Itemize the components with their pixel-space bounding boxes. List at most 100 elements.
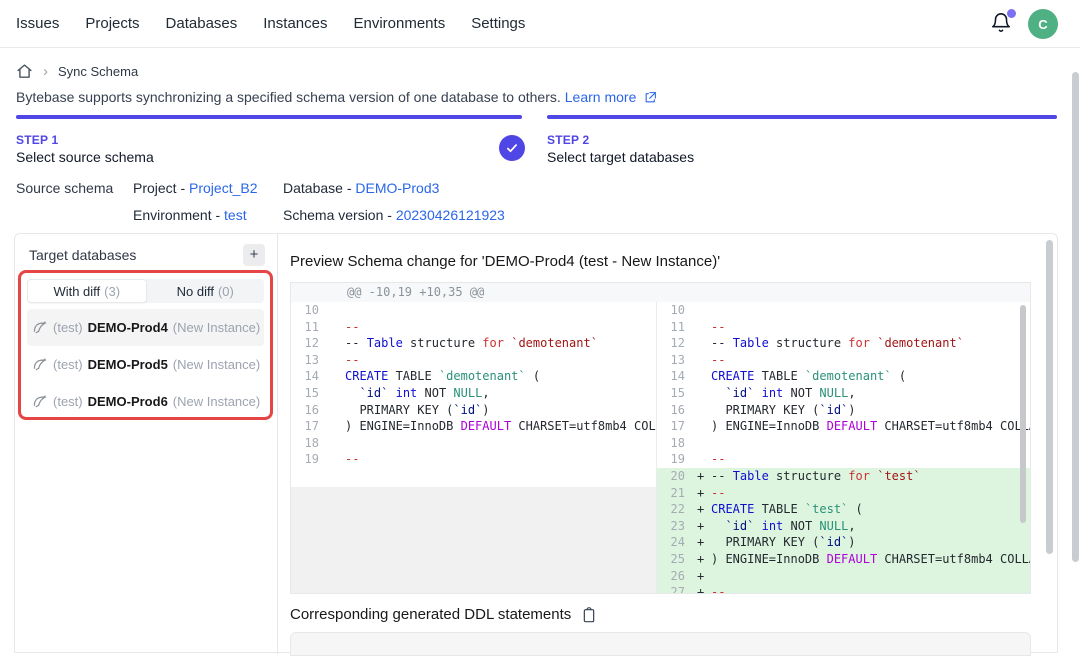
- step1-complete-check-icon: [499, 135, 525, 161]
- field-label: Project -: [133, 180, 189, 196]
- step2-progress-bar: [547, 115, 1057, 119]
- content-scrollbar[interactable]: [1046, 240, 1053, 554]
- page-scrollbar[interactable]: [1072, 72, 1079, 562]
- diff-empty-region: [291, 487, 657, 594]
- diff-line: 10: [657, 302, 1030, 319]
- tab-label: With diff: [53, 284, 100, 299]
- db-environment: (test): [53, 357, 83, 372]
- diff-line: 14CREATE TABLE `demotenant` (: [291, 368, 656, 385]
- source-schema-label: Source schema: [16, 180, 113, 196]
- nav-item-instances[interactable]: Instances: [263, 15, 327, 32]
- top-navbar: Issues Projects Databases Instances Environm…: [0, 0, 1080, 48]
- diff-line: 22+CREATE TABLE `test` (: [657, 501, 1030, 518]
- tab-count: (0): [218, 284, 234, 299]
- target-database-demo-prod6[interactable]: (test)DEMO-Prod6(New Instance): [27, 383, 264, 420]
- step1-title: Select source schema: [16, 149, 154, 165]
- step2-label: STEP 2: [547, 133, 589, 147]
- breadcrumb-current: Sync Schema: [58, 64, 138, 79]
- editor-scrollbar[interactable]: [1020, 305, 1026, 523]
- diff-line: 23+ `id` int NOT NULL,: [657, 518, 1030, 535]
- diff-line: 26+: [657, 568, 1030, 585]
- ddl-statements-title: Corresponding generated DDL statements: [290, 606, 571, 623]
- avatar[interactable]: C: [1028, 9, 1058, 39]
- intro-sentence: Bytebase supports synchronizing a specif…: [16, 89, 561, 105]
- nav-item-environments[interactable]: Environments: [353, 15, 445, 32]
- diff-line: 18: [657, 435, 1030, 452]
- diff-line: 16 PRIMARY KEY (`id`): [291, 402, 656, 419]
- diff-line: 19--: [291, 451, 656, 468]
- nav-items: Issues Projects Databases Instances Environm…: [16, 15, 525, 32]
- step1-label: STEP 1: [16, 133, 58, 147]
- tab-no-diff[interactable]: No diff (0): [147, 279, 265, 303]
- diff-line: 17) ENGINE=InnoDB DEFAULT CHARSET=utf8mb…: [291, 418, 656, 435]
- diff-line: 14CREATE TABLE `demotenant` (: [657, 368, 1030, 385]
- nav-item-projects[interactable]: Projects: [85, 15, 139, 32]
- step2-title: Select target databases: [547, 149, 694, 165]
- diff-line: 17) ENGINE=InnoDB DEFAULT CHARSET=utf8mb…: [657, 418, 1030, 435]
- diff-line: 20+-- Table structure for `test`: [657, 468, 1030, 485]
- db-note: (New Instance): [173, 394, 260, 409]
- diff-line: 11--: [657, 319, 1030, 336]
- target-databases-highlight-box: With diff(3)No diff(0) (test)DEMO-Prod4(…: [18, 270, 273, 420]
- intro-text: Bytebase supports synchronizing a specif…: [16, 89, 657, 105]
- target-database-list: (test)DEMO-Prod4(New Instance)(test)DEMO…: [27, 309, 264, 420]
- diff-line: 15 `id` int NOT NULL,: [291, 385, 656, 402]
- nav-item-issues[interactable]: Issues: [16, 15, 59, 32]
- copy-clipboard-icon[interactable]: [581, 607, 597, 623]
- db-name: DEMO-Prod5: [88, 357, 168, 372]
- preview-title: Preview Schema change for 'DEMO-Prod4 (t…: [290, 253, 720, 270]
- add-target-database-button[interactable]: +: [243, 244, 265, 266]
- nav-item-settings[interactable]: Settings: [471, 15, 525, 32]
- field-value-link[interactable]: Project_B2: [189, 180, 257, 196]
- diff-line: 13--: [291, 352, 656, 369]
- mysql-dolphin-icon: [33, 320, 48, 335]
- tab-with-diff[interactable]: With diff (3): [27, 279, 147, 303]
- diff-line: 19--: [657, 451, 1030, 468]
- diff-pane-modified: 1011--12-- Table structure for `demotena…: [657, 302, 1030, 594]
- external-link-icon[interactable]: [644, 91, 657, 104]
- diff-line: 12-- Table structure for `demotenant`: [657, 335, 1030, 352]
- diff-line: 25+) ENGINE=InnoDB DEFAULT CHARSET=utf8m…: [657, 551, 1030, 568]
- field-value-link[interactable]: DEMO-Prod3: [355, 180, 439, 196]
- home-icon[interactable]: [16, 63, 33, 80]
- notification-bell-button[interactable]: [990, 12, 1014, 36]
- nav-item-databases[interactable]: Databases: [166, 15, 238, 32]
- source-schema-fields: Project - Project_B2Database - DEMO-Prod…: [133, 180, 505, 234]
- diff-line: 12-- Table structure for `demotenant`: [291, 335, 656, 352]
- learn-more-link[interactable]: Learn more: [565, 89, 637, 105]
- ddl-editor-top: [290, 632, 1031, 656]
- diff-filter-tabs: With diff (3) No diff (0): [27, 279, 264, 303]
- target-databases-panel: Target databases + With diff (3) No diff (0…: [15, 234, 278, 654]
- target-database-demo-prod5[interactable]: (test) DEMO-Prod5 (New Instance): [27, 346, 264, 383]
- diff-line: 24+ PRIMARY KEY (`id`): [657, 534, 1030, 551]
- source-field-project: Project - Project_B2: [133, 180, 283, 207]
- tab-count: (3): [104, 284, 120, 299]
- db-note: (New Instance): [173, 320, 260, 335]
- diff-line: 10: [291, 302, 656, 319]
- source-field-environment: Environment - test: [133, 207, 283, 234]
- schema-diff-editor[interactable]: @@ -10,19 +10,35 @@ 1011--12-- Table str…: [290, 282, 1031, 594]
- target-databases-title: Target databases: [29, 247, 136, 263]
- diff-line: 21+--: [657, 485, 1030, 502]
- db-environment: (test): [53, 320, 83, 335]
- db-note: (New Instance): [173, 357, 260, 372]
- source-field-schema-version: Schema version - 20230426121923: [283, 207, 505, 234]
- mysql-dolphin-icon: [33, 357, 48, 372]
- breadcrumb-separator-icon: ›: [43, 65, 48, 79]
- diff-line: 27+--: [657, 584, 1030, 594]
- db-environment: (test): [53, 394, 83, 409]
- field-value-link[interactable]: 20230426121923: [396, 207, 505, 223]
- tab-label: No diff: [177, 284, 214, 299]
- field-value-link[interactable]: test: [224, 207, 247, 223]
- breadcrumb: › Sync Schema: [16, 63, 138, 80]
- notification-dot: [1007, 9, 1016, 18]
- db-name: DEMO-Prod4: [88, 320, 168, 335]
- step1-progress-bar: [16, 115, 522, 119]
- field-label: Environment -: [133, 207, 224, 223]
- field-label: Database -: [283, 180, 355, 196]
- field-label: Schema version -: [283, 207, 396, 223]
- diff-line: 15 `id` int NOT NULL,: [657, 385, 1030, 402]
- target-database-demo-prod4[interactable]: (test) DEMO-Prod4 (New Instance): [27, 309, 264, 346]
- diff-pane-original: 1011--12-- Table structure for `demotena…: [291, 302, 657, 594]
- diff-hunk-header: @@ -10,19 +10,35 @@: [291, 283, 1030, 302]
